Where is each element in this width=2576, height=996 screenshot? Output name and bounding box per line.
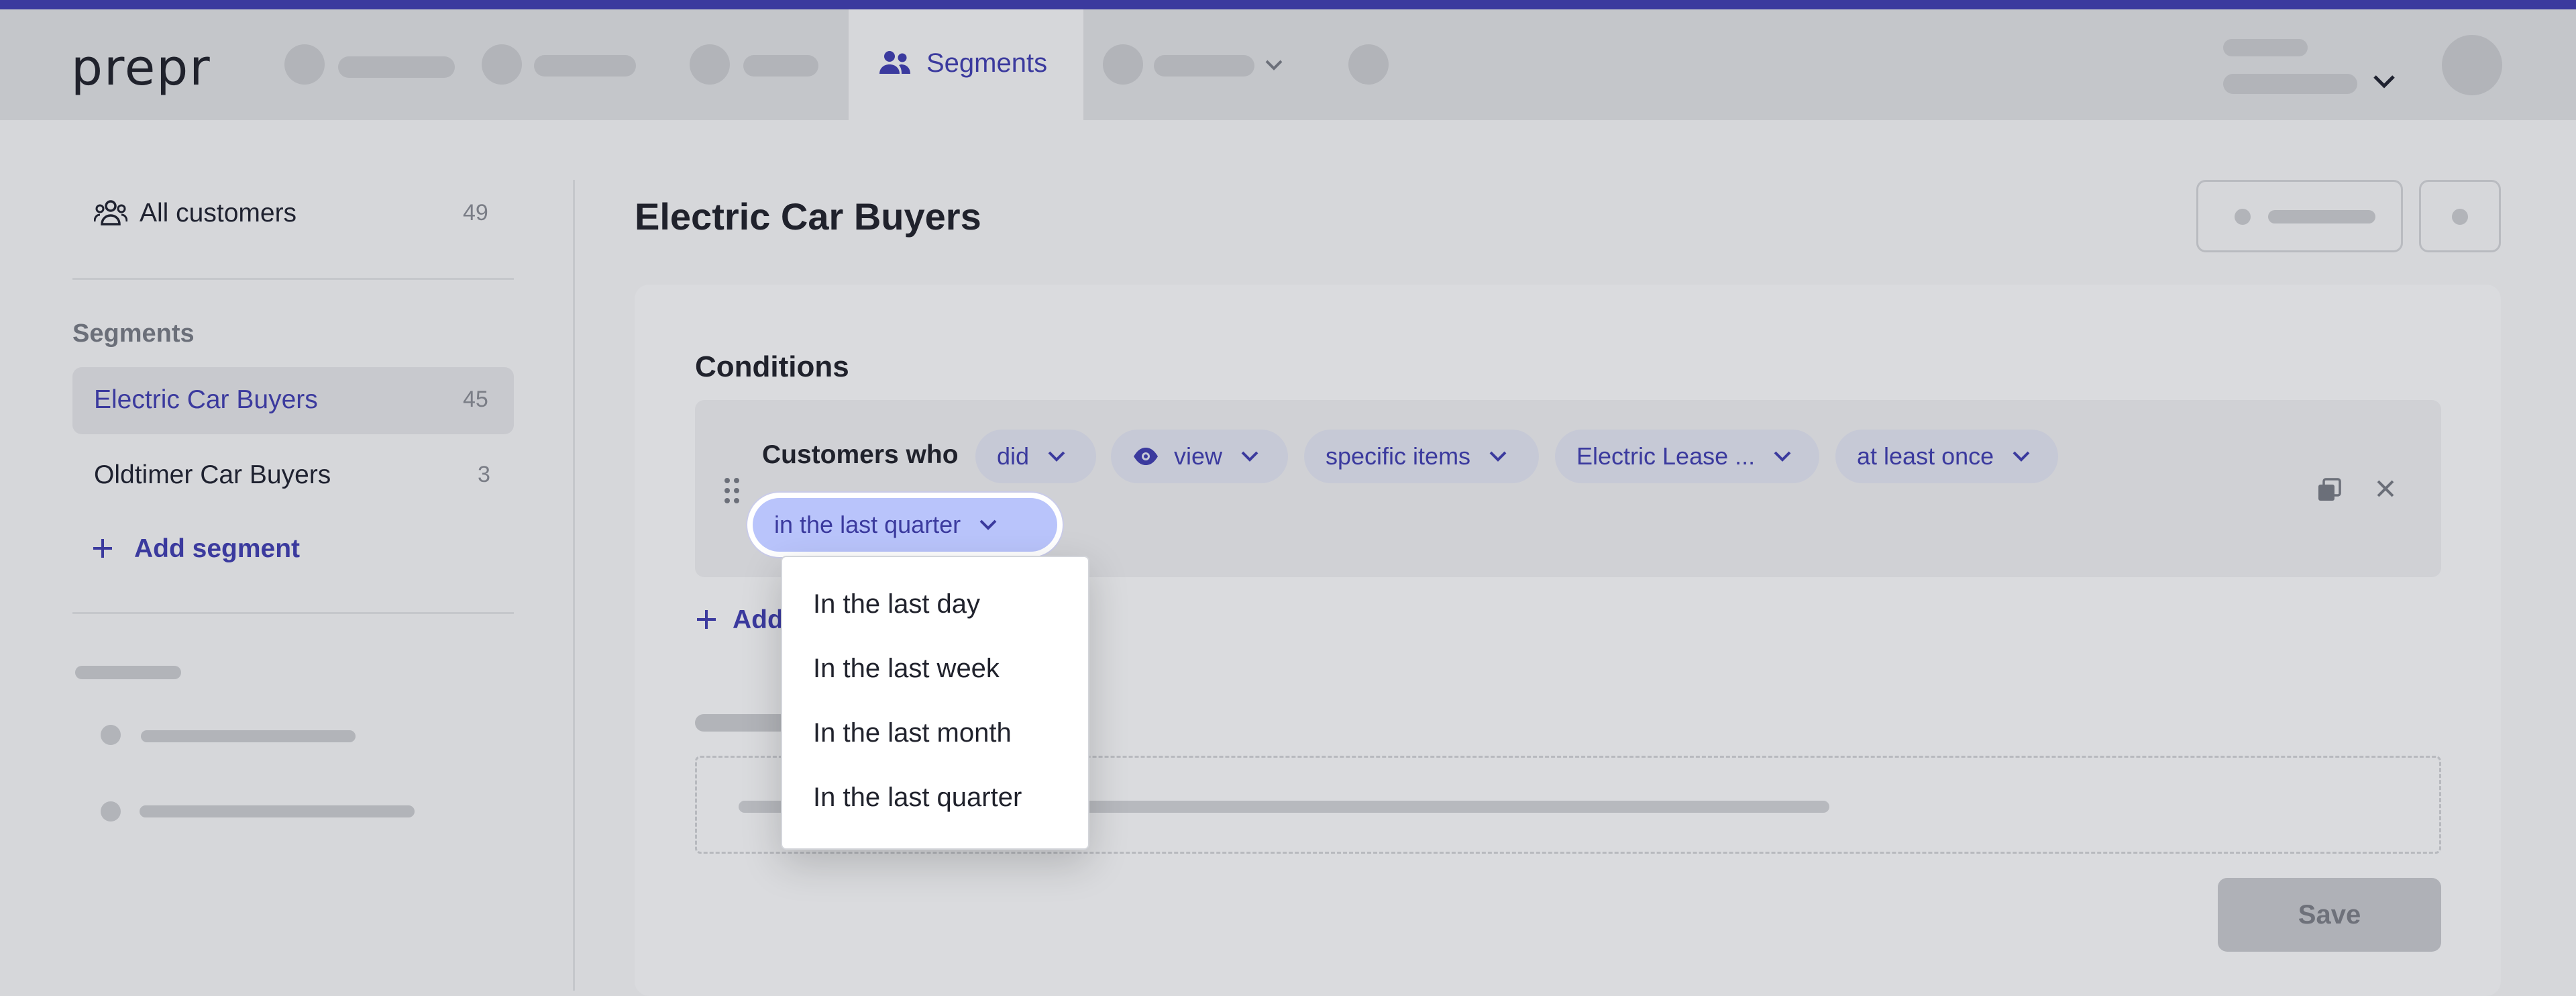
page-title: Electric Car Buyers bbox=[635, 195, 981, 238]
button-placeholder-label bbox=[2268, 210, 2375, 223]
item-select[interactable]: Electric Lease ... bbox=[1555, 430, 1819, 483]
plus-icon bbox=[695, 608, 718, 634]
nav-placeholder-icon bbox=[482, 44, 522, 85]
chevron-down-icon bbox=[1240, 450, 1260, 463]
chevron-down-icon bbox=[1488, 450, 1508, 463]
did-select[interactable]: did bbox=[975, 430, 1096, 483]
segment-count: 45 bbox=[463, 387, 488, 412]
duplicate-icon[interactable] bbox=[2316, 477, 2343, 507]
eye-icon bbox=[1132, 447, 1159, 466]
all-customers-count: 49 bbox=[463, 200, 488, 226]
pill-label: view bbox=[1174, 442, 1223, 470]
segment-label: Electric Car Buyers bbox=[94, 385, 318, 414]
tab-segments[interactable]: Segments bbox=[849, 9, 1083, 120]
sidebar-placeholder-label bbox=[141, 730, 356, 742]
plus-icon bbox=[91, 537, 114, 563]
target-select[interactable]: specific items bbox=[1304, 430, 1539, 483]
header-action-button[interactable] bbox=[2196, 180, 2403, 252]
frequency-select[interactable]: at least once bbox=[1835, 430, 2058, 483]
avatar[interactable] bbox=[2442, 35, 2502, 95]
sidebar-placeholder-icon bbox=[101, 725, 121, 745]
divider bbox=[72, 612, 514, 614]
pill-label: did bbox=[997, 442, 1030, 470]
sidebar-divider bbox=[573, 180, 575, 991]
sidebar-placeholder-icon bbox=[101, 801, 121, 821]
button-placeholder-icon bbox=[2235, 209, 2251, 225]
timeframe-dropdown: In the last day In the last week In the … bbox=[781, 556, 1089, 850]
sidebar-placeholder-heading bbox=[75, 666, 181, 679]
chevron-down-icon bbox=[1046, 450, 1067, 463]
add-condition-button[interactable]: Add bbox=[733, 605, 784, 635]
pill-label: at least once bbox=[1857, 442, 1994, 470]
sidebar-item-oldtimer-car-buyers[interactable]: Oldtimer Car Buyers bbox=[94, 460, 331, 490]
segment-count: 3 bbox=[478, 462, 490, 487]
nav-placeholder-label bbox=[338, 56, 455, 78]
sidebar-item-all-customers[interactable]: All customers bbox=[140, 199, 297, 228]
add-segment-button[interactable]: Add segment bbox=[134, 534, 300, 564]
segments-heading: Segments bbox=[72, 319, 195, 348]
close-icon[interactable] bbox=[2375, 478, 2396, 503]
user-placeholder-label bbox=[2223, 74, 2357, 94]
tab-segments-label: Segments bbox=[926, 48, 1048, 78]
pill-label: Electric Lease ... bbox=[1576, 442, 1756, 470]
dropdown-option-last-week[interactable]: In the last week bbox=[813, 654, 1000, 684]
chevron-down-icon[interactable] bbox=[2372, 72, 2396, 90]
dropdown-option-last-month[interactable]: In the last month bbox=[813, 718, 1012, 748]
drag-handle-icon[interactable] bbox=[723, 477, 741, 508]
action-select[interactable]: view bbox=[1111, 430, 1288, 483]
users-icon bbox=[879, 51, 910, 74]
app-logo[interactable]: prepr bbox=[71, 39, 211, 97]
nav-placeholder-label bbox=[1154, 55, 1254, 77]
nav-placeholder-icon bbox=[1103, 44, 1143, 85]
conditions-heading: Conditions bbox=[695, 350, 849, 383]
button-placeholder-icon bbox=[2452, 209, 2468, 225]
sidebar-placeholder-label bbox=[140, 805, 415, 817]
nav-placeholder-icon bbox=[1348, 44, 1389, 85]
chevron-down-icon[interactable] bbox=[1264, 58, 1284, 72]
timeframe-select[interactable]: in the last quarter bbox=[747, 493, 1063, 557]
top-accent-line bbox=[0, 0, 2576, 9]
user-placeholder-label bbox=[2223, 39, 2308, 56]
chevron-down-icon bbox=[1772, 450, 1792, 463]
condition-prefix: Customers who bbox=[762, 440, 959, 469]
section-placeholder-heading bbox=[695, 714, 789, 732]
nav-placeholder-label bbox=[743, 55, 818, 77]
dropdown-option-last-quarter[interactable]: In the last quarter bbox=[813, 783, 1022, 813]
chevron-down-icon bbox=[2011, 450, 2031, 463]
save-button[interactable]: Save bbox=[2218, 878, 2441, 952]
pill-label: specific items bbox=[1326, 442, 1471, 470]
nav-placeholder-icon bbox=[284, 44, 325, 85]
nav-placeholder-label bbox=[534, 55, 636, 77]
divider bbox=[72, 278, 514, 280]
users-icon bbox=[93, 199, 128, 232]
pill-label: in the last quarter bbox=[774, 511, 961, 538]
nav-placeholder-icon bbox=[690, 44, 730, 85]
dropdown-option-last-day[interactable]: In the last day bbox=[813, 589, 980, 619]
chevron-down-icon bbox=[978, 518, 998, 532]
header-more-button[interactable] bbox=[2419, 180, 2501, 252]
